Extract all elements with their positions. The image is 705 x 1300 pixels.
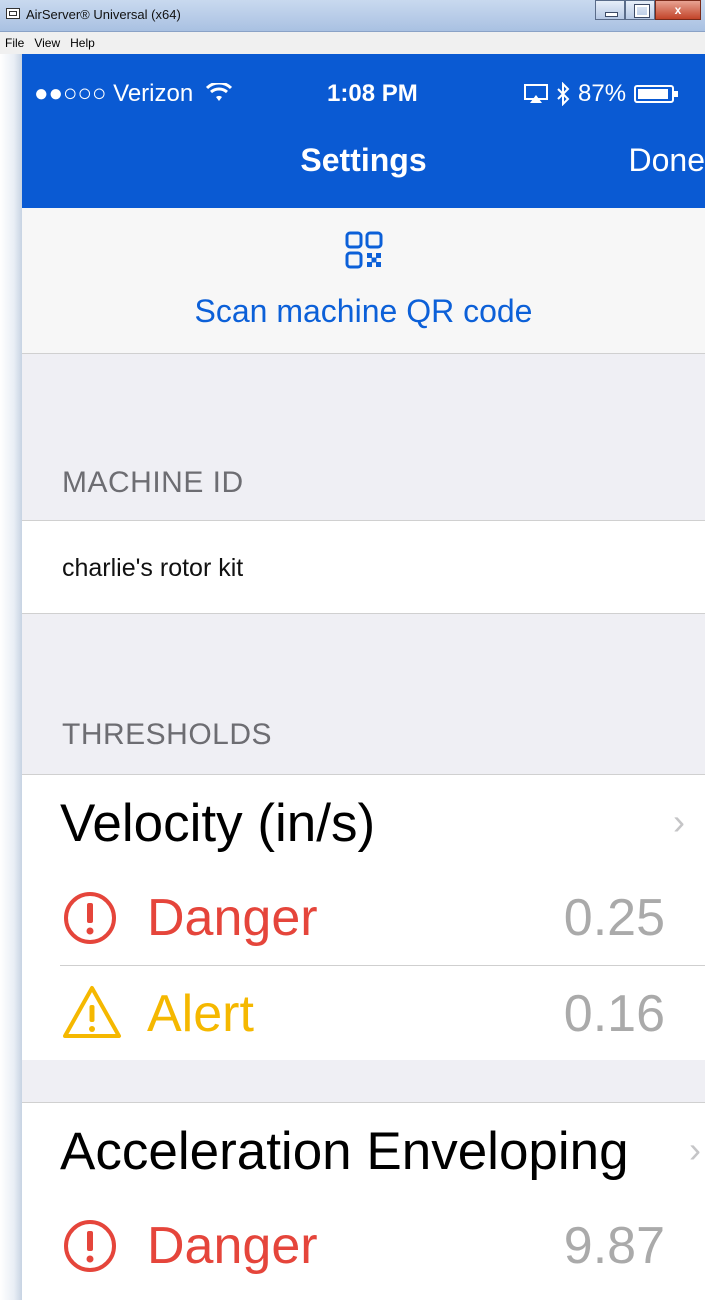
carrier-label: ●●○○○ Verizon bbox=[34, 80, 232, 108]
machine-id-value: charlie's rotor kit bbox=[62, 554, 244, 582]
section-spacer bbox=[22, 1060, 705, 1102]
menu-view[interactable]: View bbox=[29, 32, 65, 50]
scan-qr-button[interactable]: Scan machine QR code bbox=[22, 208, 705, 354]
chevron-right-icon: › bbox=[689, 1129, 701, 1170]
done-button[interactable]: Done bbox=[629, 142, 705, 179]
threshold-group-acceleration[interactable]: Acceleration Enveloping › bbox=[22, 1102, 705, 1199]
menu-help[interactable]: Help bbox=[65, 32, 100, 50]
threshold-group-title: Velocity (in/s) bbox=[60, 794, 376, 853]
app-icon bbox=[6, 8, 20, 19]
thresholds-header: THRESHOLDS bbox=[62, 718, 273, 751]
threshold-level: Danger bbox=[147, 1217, 318, 1275]
scan-qr-label: Scan machine QR code bbox=[194, 293, 533, 329]
threshold-level: Alert bbox=[147, 985, 254, 1043]
section-spacer: THRESHOLDS bbox=[22, 614, 705, 774]
danger-icon bbox=[64, 1220, 116, 1272]
bluetooth-icon bbox=[557, 82, 570, 106]
ios-status-bar: ●●○○○ Verizon 1:08 PM 87% bbox=[22, 54, 705, 126]
threshold-group-title: Acceleration Enveloping bbox=[60, 1122, 629, 1181]
battery-percent: 87% bbox=[578, 80, 627, 107]
battery-icon bbox=[634, 85, 679, 103]
threshold-group-velocity[interactable]: Velocity (in/s) › bbox=[22, 774, 705, 871]
threshold-level: Danger bbox=[147, 889, 318, 947]
machine-id-header: MACHINE ID bbox=[62, 466, 244, 499]
threshold-row-alert: Alert 0.16 bbox=[22, 966, 705, 1061]
machine-id-field[interactable]: charlie's rotor kit bbox=[22, 520, 705, 614]
qr-code-icon bbox=[345, 231, 383, 269]
window-controls: x bbox=[595, 0, 701, 22]
threshold-value: 0.16 bbox=[563, 985, 665, 1043]
clock: 1:08 PM bbox=[327, 80, 418, 107]
window-title-bar: AirServer® Universal (x64) x bbox=[0, 0, 705, 32]
page-title: Settings bbox=[300, 142, 427, 178]
navigation-bar: Settings Done bbox=[22, 126, 705, 208]
close-button[interactable]: x bbox=[655, 0, 701, 20]
wifi-icon bbox=[205, 81, 232, 101]
section-spacer: MACHINE ID bbox=[22, 354, 705, 520]
chevron-right-icon: › bbox=[673, 801, 685, 842]
menu-bar: File View Help bbox=[0, 32, 705, 55]
threshold-row-danger: Danger 0.25 bbox=[22, 870, 705, 966]
threshold-value: 9.87 bbox=[563, 1217, 665, 1275]
phone-screen: ●●○○○ Verizon 1:08 PM 87% Settings Done bbox=[22, 54, 705, 1300]
threshold-value: 0.25 bbox=[563, 889, 665, 947]
status-right: 87% bbox=[524, 80, 679, 108]
maximize-button[interactable] bbox=[625, 0, 655, 20]
danger-icon bbox=[64, 892, 116, 944]
carrier-text: ●●○○○ Verizon bbox=[34, 80, 194, 107]
threshold-row-danger: Danger 9.87 bbox=[22, 1198, 705, 1300]
minimize-button[interactable] bbox=[595, 0, 625, 20]
airplay-icon bbox=[524, 84, 548, 103]
menu-file[interactable]: File bbox=[0, 32, 29, 50]
window-left-border bbox=[0, 54, 22, 1300]
warning-triangle-icon bbox=[63, 986, 121, 1038]
window-title: AirServer® Universal (x64) bbox=[26, 7, 181, 22]
